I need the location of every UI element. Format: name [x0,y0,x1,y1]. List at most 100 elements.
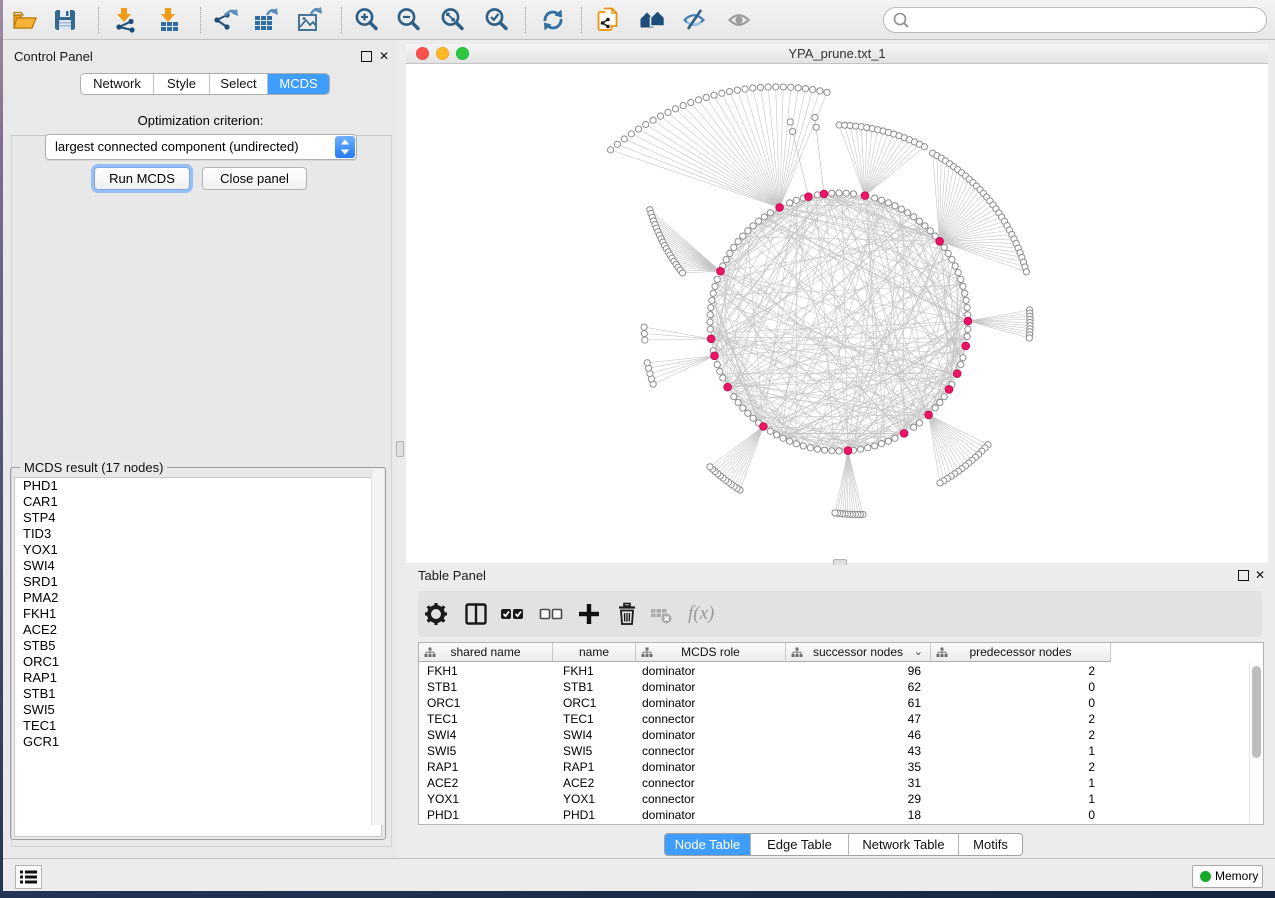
vertical-split-grip[interactable] [396,441,404,457]
network-node[interactable] [740,233,746,239]
tab-mcds[interactable]: MCDS [267,74,329,94]
network-leaf-node[interactable] [810,87,816,93]
mcds-node[interactable] [962,342,970,350]
table-row[interactable]: YOX1YOX1connector291 [419,791,1111,807]
mcds-result-item[interactable]: STB5 [15,638,381,654]
network-node[interactable] [865,445,871,451]
network-leaf-node[interactable] [780,84,786,90]
search-input[interactable] [912,10,1256,30]
mcds-result-item[interactable]: CAR1 [15,494,381,510]
table-row[interactable]: SWI4SWI4dominator462 [419,727,1111,743]
network-leaf-node[interactable] [695,97,701,103]
mcds-node[interactable] [844,447,852,455]
network-node[interactable] [965,326,971,332]
run-mcds-button[interactable]: Run MCDS [94,167,190,190]
network-node[interactable] [735,399,741,405]
network-node[interactable] [731,244,737,250]
zoom-selected-icon[interactable] [483,6,511,34]
network-node[interactable] [858,446,864,452]
network-leaf-node[interactable] [750,85,756,91]
network-leaf-node[interactable] [621,136,627,142]
mcds-list-scrollbar[interactable] [371,469,384,825]
mcds-node[interactable] [707,335,715,343]
export-table-icon[interactable] [251,6,279,34]
network-node[interactable] [761,214,767,220]
network-node[interactable] [767,428,773,434]
table-row[interactable]: RAP1RAP1dominator352 [419,759,1111,775]
network-node[interactable] [960,355,966,361]
tab-motifs[interactable]: Motifs [958,834,1022,855]
mcds-result-item[interactable]: STP4 [15,510,381,526]
network-node[interactable] [829,448,835,454]
mcds-result-item[interactable]: ORC1 [15,654,381,670]
network-node[interactable] [843,190,849,196]
table-scrollbar-track[interactable] [1249,663,1262,823]
network-node[interactable] [850,191,856,197]
network-node[interactable] [911,424,917,430]
network-node[interactable] [787,200,793,206]
network-leaf-node[interactable] [824,89,830,95]
network-node[interactable] [941,244,947,250]
column-header-MCDS-role[interactable]: MCDS role [636,643,786,662]
network-node[interactable] [963,297,969,303]
network-node[interactable] [745,228,751,234]
network-leaf-node[interactable] [711,92,717,98]
table-scrollbar-thumb[interactable] [1252,666,1261,758]
search-field[interactable] [883,7,1267,33]
network-leaf-node[interactable] [817,88,823,94]
network-leaf-node[interactable] [765,84,771,90]
network-leaf-node[interactable] [680,102,686,108]
network-node[interactable] [932,405,938,411]
network-leaf-node[interactable] [742,86,748,92]
network-leaf-node[interactable] [757,84,763,90]
network-leaf-node[interactable] [1023,269,1029,275]
network-leaf-node[interactable] [643,121,649,127]
optimization-criterion-select[interactable]: largest connected component (undirected) [45,134,357,160]
network-node[interactable] [958,362,964,368]
network-node[interactable] [916,218,922,224]
table-row[interactable]: TEC1TEC1connector472 [419,711,1111,727]
mcds-result-item[interactable]: SWI4 [15,558,381,574]
network-node[interactable] [814,446,820,452]
import-network-icon[interactable] [111,6,139,34]
network-leaf-node[interactable] [719,90,725,96]
network-node[interactable] [945,250,951,256]
network-node[interactable] [960,283,966,289]
network-node[interactable] [905,210,911,216]
show-panels-icon[interactable] [639,6,667,34]
deselect-all-rows-icon[interactable] [538,601,564,627]
network-graph[interactable] [406,64,1268,563]
network-leaf-node[interactable] [802,86,808,92]
table-row[interactable]: ORC1ORC1dominator610 [419,695,1111,711]
network-node[interactable] [892,203,898,209]
zoom-fit-icon[interactable] [439,6,467,34]
mcds-node[interactable] [776,204,784,212]
table-settings-gear-icon[interactable] [423,601,449,627]
table-row[interactable]: STB1STB1dominator620 [419,679,1111,695]
show-graphics-details-icon[interactable] [726,6,754,34]
mcds-node[interactable] [945,386,953,394]
network-node[interactable] [937,399,943,405]
network-leaf-node[interactable] [650,117,656,123]
network-leaf-node[interactable] [789,128,795,134]
refresh-icon[interactable] [539,6,567,34]
table-row[interactable]: ACE2ACE2connector311 [419,775,1111,791]
network-node[interactable] [964,304,970,310]
network-leaf-node[interactable] [641,324,647,330]
column-dropdown-icon[interactable]: ⌄ [914,645,923,658]
mcds-node[interactable] [724,383,732,391]
network-node[interactable] [885,438,891,444]
mcds-result-item[interactable]: SWI5 [15,702,381,718]
network-leaf-node[interactable] [812,114,818,120]
network-node[interactable] [793,197,799,203]
export-image-icon[interactable] [295,6,323,34]
open-file-icon[interactable] [11,6,39,34]
network-node[interactable] [872,195,878,201]
table-row[interactable]: PHD1PHD1dominator180 [419,807,1111,823]
import-table-icon[interactable] [155,6,183,34]
network-node[interactable] [767,210,773,216]
create-new-column-icon[interactable] [576,601,602,627]
close-panel-button[interactable]: Close panel [202,167,307,190]
network-view-canvas[interactable] [406,64,1268,563]
table-panel-close-icon[interactable]: ✕ [1255,569,1265,581]
